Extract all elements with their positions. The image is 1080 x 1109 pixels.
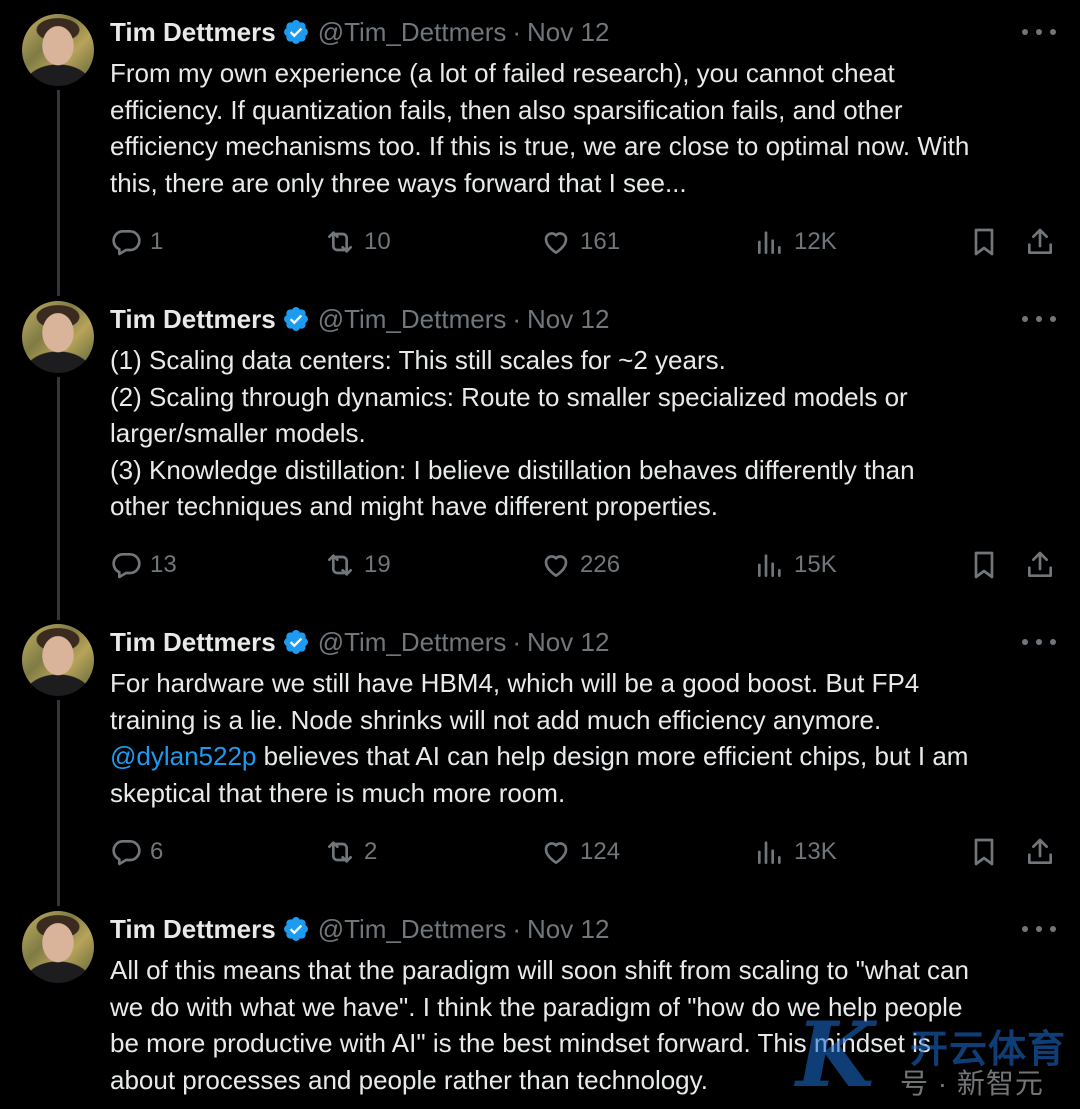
verified-badge-icon xyxy=(283,307,308,331)
reply-count: 6 xyxy=(150,838,164,865)
views-icon xyxy=(758,554,781,577)
tweet[interactable]: Tim Dettmers @Tim_Dettmers · Nov 12 (1) … xyxy=(0,287,1080,610)
views-count: 12K xyxy=(794,228,837,255)
share-icon xyxy=(1028,228,1052,254)
views-icon xyxy=(758,231,781,254)
like-button[interactable]: 226 xyxy=(540,545,620,585)
author-handle[interactable]: @Tim_Dettmers xyxy=(318,17,507,48)
views-button[interactable]: 15K xyxy=(754,545,837,585)
share-icon xyxy=(1028,551,1052,577)
tweet[interactable]: Tim Dettmers @Tim_Dettmers · Nov 12 From… xyxy=(0,0,1080,290)
tweet-actions: 13 19 226 15K xyxy=(110,545,1080,585)
repost-button[interactable]: 2 xyxy=(324,832,377,872)
separator-dot: · xyxy=(512,913,522,944)
tweet-date[interactable]: Nov 12 xyxy=(527,914,609,945)
reply-count: 13 xyxy=(150,551,177,578)
verified-badge-icon xyxy=(283,630,308,654)
author-name[interactable]: Tim Dettmers xyxy=(110,304,276,335)
author-name[interactable]: Tim Dettmers xyxy=(110,17,276,48)
verified-badge-icon xyxy=(283,20,308,44)
avatar[interactable] xyxy=(22,14,94,86)
bookmark-button[interactable] xyxy=(968,222,1000,262)
separator-dot: · xyxy=(512,303,522,334)
views-button[interactable]: 13K xyxy=(754,832,837,872)
tweet-date[interactable]: Nov 12 xyxy=(527,304,609,335)
author-handle[interactable]: @Tim_Dettmers xyxy=(318,304,507,335)
views-button[interactable]: 12K xyxy=(754,222,837,262)
more-icon[interactable] xyxy=(1022,301,1056,337)
share-button[interactable] xyxy=(1024,832,1056,872)
separator-dot: · xyxy=(512,626,522,657)
like-icon xyxy=(544,555,568,577)
bookmark-button[interactable] xyxy=(968,832,1000,872)
tweet-header: Tim Dettmers @Tim_Dettmers · Nov 12 xyxy=(110,301,1080,337)
reply-icon xyxy=(112,840,141,866)
share-button[interactable] xyxy=(1024,222,1056,262)
author-name[interactable]: Tim Dettmers xyxy=(110,627,276,658)
verified-badge-icon xyxy=(283,917,308,941)
author-handle[interactable]: @Tim_Dettmers xyxy=(318,627,507,658)
bookmark-icon xyxy=(974,551,994,579)
separator-dot: · xyxy=(512,16,522,47)
tweet-text-part: For hardware we still have HBM4, which w… xyxy=(110,668,920,735)
tweet-text: All of this means that the paradigm will… xyxy=(110,955,969,1095)
repost-button[interactable]: 10 xyxy=(324,222,391,262)
views-count: 13K xyxy=(794,838,837,865)
bookmark-icon xyxy=(974,838,994,866)
like-count: 124 xyxy=(580,838,621,865)
tweet-text: (1) Scaling data centers: This still sca… xyxy=(110,345,915,521)
tweet-header: Tim Dettmers @Tim_Dettmers · Nov 12 xyxy=(110,14,1080,50)
tweet-date[interactable]: Nov 12 xyxy=(527,17,609,48)
like-count: 161 xyxy=(580,228,621,255)
repost-count: 19 xyxy=(364,551,391,578)
bookmark-button[interactable] xyxy=(968,545,1000,585)
views-count: 15K xyxy=(794,551,837,578)
like-count: 226 xyxy=(580,551,621,578)
tweet[interactable]: Tim Dettmers @Tim_Dettmers · Nov 12 For … xyxy=(0,610,1080,897)
tweet-header: Tim Dettmers @Tim_Dettmers · Nov 12 xyxy=(110,624,1080,660)
tweet-text: For hardware we still have HBM4, which w… xyxy=(110,665,1070,811)
bookmark-icon xyxy=(974,228,994,256)
reply-icon xyxy=(112,553,141,579)
tweet-actions: 1 10 161 12K xyxy=(110,222,1080,262)
tweet-header: Tim Dettmers @Tim_Dettmers · Nov 12 xyxy=(110,911,1080,947)
more-icon[interactable] xyxy=(1022,911,1056,947)
author-handle[interactable]: @Tim_Dettmers xyxy=(318,914,507,945)
tweet-text: From my own experience (a lot of failed … xyxy=(110,58,970,198)
avatar[interactable] xyxy=(22,624,94,696)
repost-icon xyxy=(328,841,352,863)
tweet-actions: 6 2 124 13K xyxy=(110,832,1080,872)
reply-button[interactable]: 13 xyxy=(110,545,177,585)
views-icon xyxy=(758,841,781,864)
tweet-date[interactable]: Nov 12 xyxy=(527,627,609,658)
mention-link[interactable]: @dylan522p xyxy=(110,741,256,771)
like-button[interactable]: 161 xyxy=(540,222,620,262)
reply-button[interactable]: 6 xyxy=(110,832,163,872)
author-name[interactable]: Tim Dettmers xyxy=(110,914,276,945)
like-button[interactable]: 124 xyxy=(540,832,620,872)
reply-icon xyxy=(112,230,141,256)
avatar[interactable] xyxy=(22,911,94,983)
reply-button[interactable]: 1 xyxy=(110,222,163,262)
share-icon xyxy=(1028,838,1052,864)
share-button[interactable] xyxy=(1024,545,1056,585)
reply-count: 1 xyxy=(150,228,164,255)
repost-count: 10 xyxy=(364,228,391,255)
more-icon[interactable] xyxy=(1022,624,1056,660)
repost-icon xyxy=(328,554,352,576)
tweet[interactable]: Tim Dettmers @Tim_Dettmers · Nov 12 All … xyxy=(0,897,1080,1109)
avatar[interactable] xyxy=(22,301,94,373)
repost-count: 2 xyxy=(364,838,378,865)
like-icon xyxy=(544,232,568,254)
more-icon[interactable] xyxy=(1022,14,1056,50)
repost-icon xyxy=(328,231,352,253)
repost-button[interactable]: 19 xyxy=(324,545,391,585)
like-icon xyxy=(544,842,568,864)
